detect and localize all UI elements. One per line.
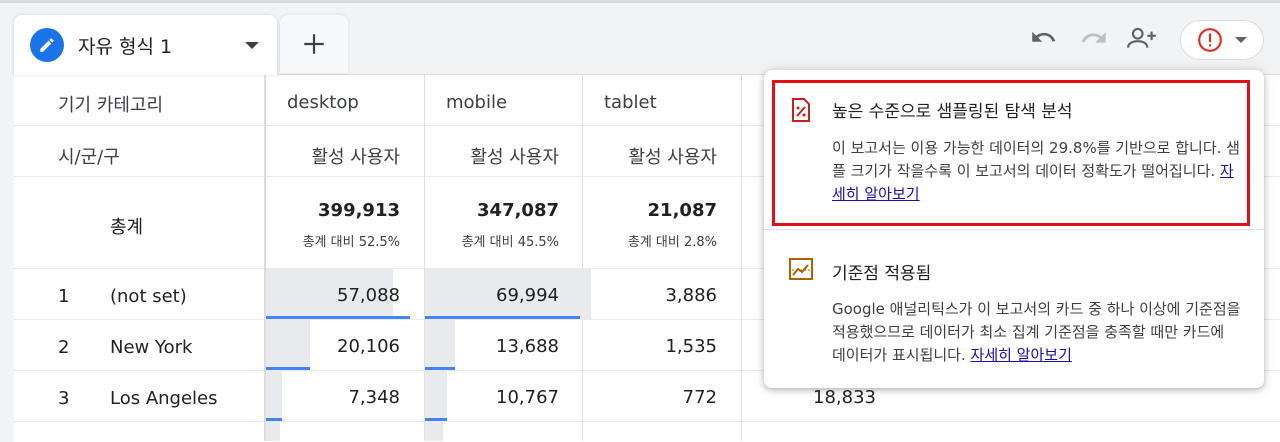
cell-desktop: 57,088 [337, 285, 400, 306]
total-value-desktop: 399,913 [318, 200, 400, 221]
share-button[interactable] [1126, 22, 1158, 54]
sampling-body: 이 보고서는 이용 가능한 데이터의 29.8%를 기반으로 합니다. 샘플 크… [832, 137, 1242, 206]
row-city[interactable]: Los Angeles [110, 388, 218, 409]
column-header-mobile[interactable]: mobile [446, 92, 507, 113]
total-value-tablet: 21,087 [647, 200, 717, 221]
sampling-title: 높은 수준으로 샘플링된 탐색 분석 [832, 102, 1073, 122]
cell-desktop: 7,348 [348, 387, 400, 408]
metric-header[interactable]: 활성 사용자 [583, 143, 717, 169]
pencil-icon [30, 28, 64, 62]
bar-desktop-row4 [266, 422, 280, 441]
dimension-header-city[interactable]: 시/군/구 [58, 143, 120, 169]
bar-mobile-row1-line [425, 316, 580, 319]
cell-mobile: 69,994 [496, 285, 559, 306]
column-header-desktop[interactable]: desktop [287, 92, 359, 113]
plus-icon [304, 34, 324, 54]
alert-dropdown-button[interactable] [1180, 20, 1264, 60]
chevron-down-icon[interactable] [245, 42, 259, 49]
total-value-mobile: 347,087 [477, 200, 559, 221]
cell-tablet: 772 [682, 387, 717, 408]
bar-mobile-row3-line [425, 418, 447, 421]
total-share-desktop: 총계 대비 52.5% [302, 235, 400, 250]
redo-icon [1081, 32, 1106, 43]
dimension-header-device[interactable]: 기기 카테고리 [58, 91, 163, 117]
error-icon [1198, 28, 1222, 52]
total-label: 총계 [110, 217, 144, 238]
total-share-tablet: 총계 대비 2.8% [627, 235, 717, 250]
row-rank: 2 [58, 337, 70, 358]
row-city[interactable]: (not set) [110, 286, 187, 307]
cell-tablet: 1,535 [665, 336, 717, 357]
cell-partial: 18,833 [813, 387, 876, 408]
cell-mobile: 10,767 [496, 387, 559, 408]
tab-freeform-1[interactable]: 자유 형식 1 [14, 15, 277, 75]
undo-icon [1032, 31, 1056, 42]
sampling-icon [792, 98, 810, 122]
bar-desktop-row3-line [266, 418, 282, 421]
cell-tablet: 3,886 [665, 285, 717, 306]
column-header-tablet[interactable]: tablet [604, 92, 657, 113]
sampling-text: 이 보고서는 이용 가능한 데이터의 29.8%를 기반으로 합니다. 샘플 크… [832, 139, 1240, 180]
metric-header[interactable]: 활성 사용자 [265, 143, 400, 169]
row-city[interactable]: New York [110, 337, 192, 358]
row-rank: 3 [58, 388, 70, 409]
cell-mobile: 13,688 [496, 336, 559, 357]
tab-title: 자유 형식 1 [78, 35, 173, 58]
threshold-learn-more-link[interactable]: 자세히 알아보기 [971, 346, 1072, 364]
top-divider [0, 0, 1280, 3]
bar-mobile-row4 [425, 422, 443, 441]
bar-desktop-row1-line [266, 316, 410, 319]
popup-divider [764, 229, 1264, 230]
bar-mobile-row2-line [425, 367, 455, 370]
threshold-body: Google 애널리틱스가 이 보고서의 카드 중 하나 이상에 기준점을 적용… [832, 298, 1242, 367]
threshold-icon [789, 258, 813, 280]
bar-desktop-row2-line [266, 367, 310, 370]
undo-button[interactable] [1028, 22, 1060, 54]
total-share-mobile: 총계 대비 45.5% [461, 235, 559, 250]
chevron-down-icon [1235, 37, 1247, 43]
row-rank: 1 [58, 286, 70, 307]
add-person-icon [1127, 27, 1156, 48]
metric-header[interactable]: 활성 사용자 [425, 143, 559, 169]
redo-button[interactable] [1078, 22, 1110, 54]
row-divider [14, 421, 1280, 422]
cell-desktop: 20,106 [337, 336, 400, 357]
data-quality-popup: 높은 수준으로 샘플링된 탐색 분석 이 보고서는 이용 가능한 데이터의 29… [764, 70, 1264, 388]
threshold-title: 기준점 적용됨 [832, 264, 932, 284]
add-tab-button[interactable] [280, 15, 348, 73]
